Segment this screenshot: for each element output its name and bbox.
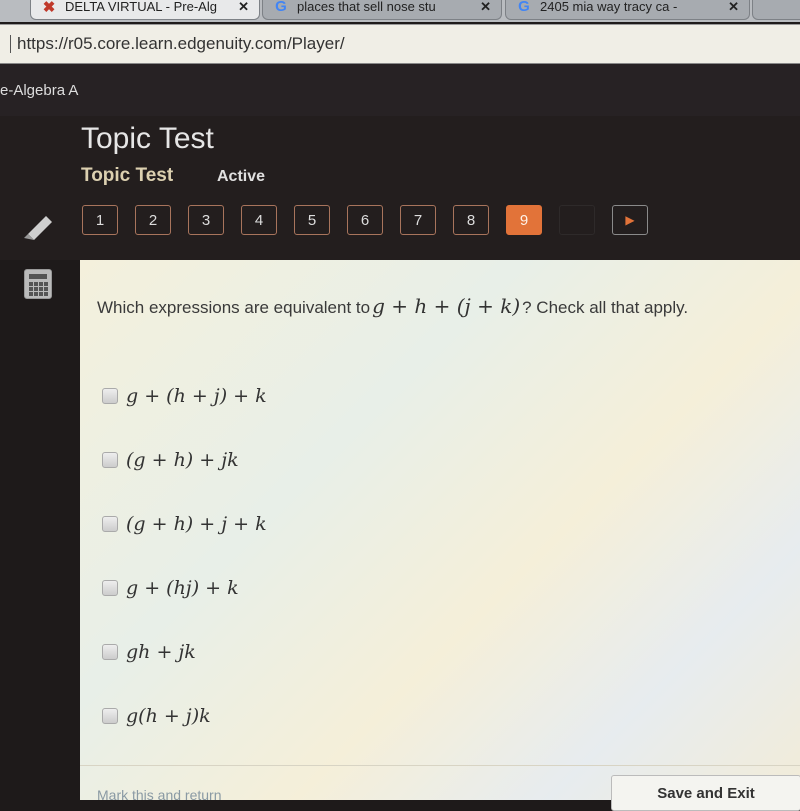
browser-tab-bar: ✖ DELTA VIRTUAL - Pre-Alg ✕ G places tha… [0, 0, 800, 22]
status-label: Active [217, 168, 266, 185]
checkbox[interactable] [102, 452, 118, 468]
question-navigator: 1 2 3 4 5 6 7 8 9 ▶ [82, 205, 648, 235]
option-label: g(h + j)k [126, 705, 211, 727]
calculator-icon[interactable] [24, 269, 52, 299]
checkbox[interactable] [102, 644, 118, 660]
tab-title: DELTA VIRTUAL - Pre-Alg [65, 0, 217, 14]
option-label: g + (hj) + k [126, 577, 239, 599]
option-label: g + (h + j) + k [126, 385, 267, 407]
google-icon: G [518, 0, 530, 15]
question-button-1[interactable]: 1 [82, 205, 118, 235]
answer-option[interactable]: (g + h) + j + k [102, 488, 269, 560]
text-caret [10, 35, 11, 53]
question-prompt: Which expressions are equivalent to g + … [97, 294, 688, 318]
pencil-icon[interactable] [22, 210, 56, 240]
checkbox[interactable] [102, 580, 118, 596]
option-label: (g + h) + j + k [126, 513, 267, 535]
question-button-2[interactable]: 2 [135, 205, 171, 235]
prompt-suffix: ? Check all that apply. [522, 298, 689, 317]
answer-option[interactable]: g + (h + j) + k [102, 360, 269, 432]
url-text[interactable]: https://r05.core.learn.edgenuity.com/Pla… [17, 34, 345, 54]
question-button-3[interactable]: 3 [188, 205, 224, 235]
x-icon: ✖ [42, 0, 56, 16]
question-button-5[interactable]: 5 [294, 205, 330, 235]
activity-subtitle: Topic Test [81, 165, 174, 186]
checkbox[interactable] [102, 708, 118, 724]
question-button-7[interactable]: 7 [400, 205, 436, 235]
question-button-4[interactable]: 4 [241, 205, 277, 235]
page-title: Topic Test [81, 122, 214, 155]
course-title: e-Algebra A [0, 82, 79, 99]
question-button-8[interactable]: 8 [453, 205, 489, 235]
browser-tab-address[interactable]: G 2405 mia way tracy ca - ✕ [505, 0, 750, 20]
answer-options: g + (h + j) + k (g + h) + jk (g + h) + j… [102, 360, 269, 752]
save-and-exit-button[interactable]: Save and Exit [611, 775, 800, 811]
checkbox[interactable] [102, 516, 118, 532]
question-button-9[interactable]: 9 [506, 205, 542, 235]
close-icon[interactable]: ✕ [728, 0, 739, 15]
question-button-6[interactable]: 6 [347, 205, 383, 235]
question-button-10 [559, 205, 595, 235]
app-top-bar [0, 64, 800, 116]
next-question-button[interactable]: ▶ [612, 205, 648, 235]
close-icon[interactable]: ✕ [238, 0, 249, 15]
close-icon[interactable]: ✕ [480, 0, 491, 15]
tab-title: 2405 mia way tracy ca - [540, 0, 678, 14]
answer-option[interactable]: gh + jk [102, 616, 269, 688]
question-panel: Which expressions are equivalent to g + … [80, 260, 800, 811]
address-bar[interactable]: https://r05.core.learn.edgenuity.com/Pla… [0, 24, 800, 64]
answer-option[interactable]: (g + h) + jk [102, 424, 269, 496]
answer-option[interactable]: g(h + j)k [102, 680, 269, 752]
prompt-expression: g + h + (j + k) [372, 294, 521, 318]
google-icon: G [275, 0, 287, 15]
checkbox[interactable] [102, 388, 118, 404]
browser-tab-places[interactable]: G places that sell nose stu ✕ [262, 0, 502, 20]
option-label: gh + jk [126, 641, 196, 663]
option-label: (g + h) + jk [126, 449, 239, 471]
tab-title: places that sell nose stu [297, 0, 436, 14]
browser-tab-delta-virtual[interactable]: ✖ DELTA VIRTUAL - Pre-Alg ✕ [30, 0, 260, 20]
prompt-text: Which expressions are equivalent to [97, 298, 371, 317]
new-tab-button[interactable] [752, 0, 800, 20]
footer-divider [80, 765, 800, 766]
answer-option[interactable]: g + (hj) + k [102, 552, 269, 624]
mark-and-return-link[interactable]: Mark this and return [97, 787, 222, 803]
